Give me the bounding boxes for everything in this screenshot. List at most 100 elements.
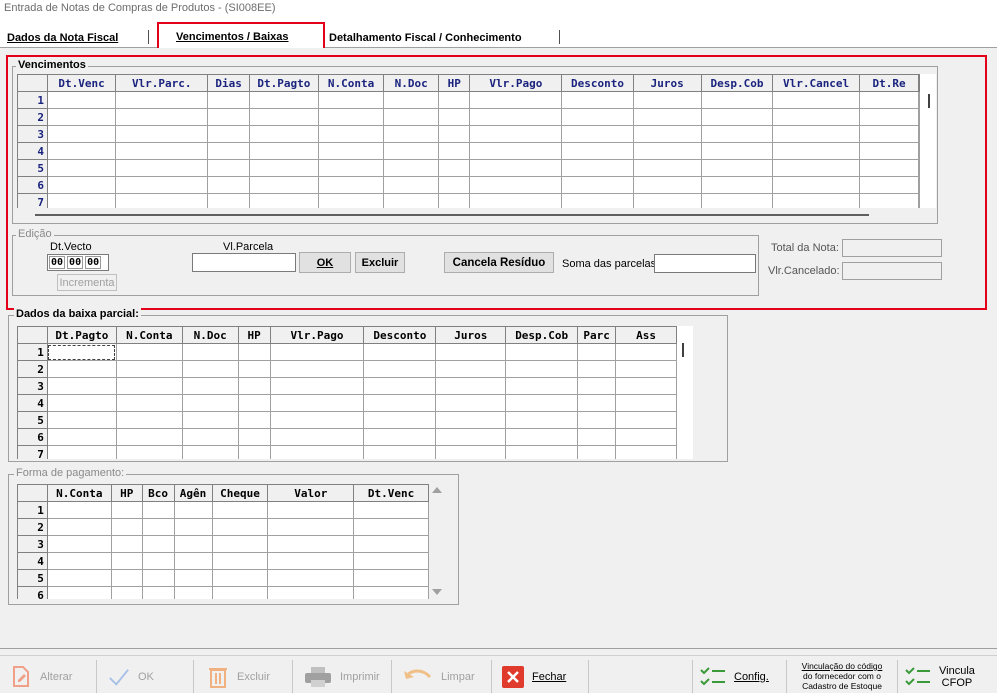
grid-cell[interactable] bbox=[383, 142, 440, 160]
grid-cell[interactable] bbox=[318, 125, 385, 143]
grid-cell[interactable] bbox=[435, 343, 507, 361]
grid-cell[interactable] bbox=[318, 108, 385, 126]
grid-cell[interactable] bbox=[469, 159, 563, 177]
column-header[interactable]: Juros bbox=[632, 74, 702, 92]
grid-cell[interactable] bbox=[383, 108, 440, 126]
grid-cell[interactable] bbox=[859, 193, 919, 208]
grid-cell[interactable] bbox=[577, 343, 617, 361]
grid-cell[interactable] bbox=[700, 91, 774, 109]
grid-cell[interactable] bbox=[141, 501, 175, 519]
grid-cell[interactable] bbox=[772, 159, 861, 177]
grid-cell[interactable] bbox=[46, 552, 112, 570]
grid-cell[interactable] bbox=[115, 377, 183, 395]
grid-cell[interactable] bbox=[353, 552, 429, 570]
grid-cell[interactable] bbox=[632, 176, 702, 194]
grid-cell[interactable] bbox=[353, 518, 429, 536]
grid-cell[interactable] bbox=[269, 360, 365, 378]
grid-cell[interactable] bbox=[561, 159, 634, 177]
grid-cell[interactable] bbox=[181, 428, 239, 446]
grid-cell[interactable] bbox=[615, 428, 677, 446]
grid-cell[interactable] bbox=[577, 377, 617, 395]
grid-cell[interactable] bbox=[577, 428, 617, 446]
column-header[interactable]: Ass bbox=[615, 326, 677, 344]
grid-cell[interactable] bbox=[772, 193, 861, 208]
column-header[interactable]: Dias bbox=[207, 74, 250, 92]
column-header[interactable]: Desconto bbox=[363, 326, 437, 344]
grid-cell[interactable] bbox=[577, 411, 617, 429]
grid-cell[interactable] bbox=[469, 108, 563, 126]
grid-cell[interactable] bbox=[181, 394, 239, 412]
grid-cell[interactable] bbox=[363, 428, 437, 446]
grid-cell[interactable] bbox=[363, 445, 437, 459]
tab-detalhamento-fiscal[interactable]: Detalhamento Fiscal / Conhecimento bbox=[329, 28, 522, 48]
grid-cell[interactable] bbox=[46, 586, 112, 599]
vincula-cfop-button[interactable]: Vincula CFOP bbox=[905, 660, 975, 693]
grid-cell[interactable] bbox=[561, 108, 634, 126]
grid-cell[interactable] bbox=[110, 518, 143, 536]
grid-cell[interactable] bbox=[181, 411, 239, 429]
grid-cell[interactable] bbox=[318, 193, 385, 208]
grid-cell[interactable] bbox=[237, 428, 271, 446]
ok-button[interactable]: OK bbox=[299, 252, 351, 273]
grid-cell[interactable] bbox=[248, 142, 320, 160]
grid-cell[interactable] bbox=[269, 428, 365, 446]
dt-year[interactable]: 00 bbox=[85, 256, 102, 269]
grid-cell[interactable] bbox=[505, 360, 579, 378]
table-row[interactable]: 4 bbox=[17, 552, 429, 570]
grid-cell[interactable] bbox=[383, 193, 440, 208]
grid-cell[interactable] bbox=[318, 176, 385, 194]
grid-cell[interactable] bbox=[211, 535, 269, 553]
grid-cell[interactable] bbox=[248, 91, 320, 109]
grid-cell[interactable] bbox=[435, 360, 507, 378]
grid-cell[interactable] bbox=[173, 586, 213, 599]
grid-cell[interactable] bbox=[505, 343, 579, 361]
column-header[interactable]: Dt.Re bbox=[859, 74, 919, 92]
grid-cell[interactable] bbox=[859, 176, 919, 194]
grid-cell[interactable] bbox=[207, 176, 250, 194]
grid-cell[interactable] bbox=[237, 377, 271, 395]
grid-cell[interactable] bbox=[47, 125, 117, 143]
grid-cell[interactable] bbox=[110, 586, 143, 599]
grid-cell[interactable] bbox=[115, 91, 209, 109]
grid-cell[interactable] bbox=[267, 501, 355, 519]
grid-cell[interactable] bbox=[115, 142, 209, 160]
grid-cell[interactable] bbox=[115, 394, 183, 412]
column-header[interactable]: Dt.Pagto bbox=[46, 326, 117, 344]
grid-cell[interactable] bbox=[267, 518, 355, 536]
grid-cell[interactable] bbox=[435, 428, 507, 446]
excluir-toolbar-button[interactable]: Excluir bbox=[207, 660, 270, 693]
column-header[interactable]: HP bbox=[438, 74, 471, 92]
grid-cell[interactable] bbox=[632, 142, 702, 160]
column-header[interactable]: Dt.Venc bbox=[353, 484, 429, 502]
grid-cell[interactable] bbox=[435, 445, 507, 459]
grid-cell[interactable] bbox=[269, 394, 365, 412]
grid-cell[interactable] bbox=[115, 411, 183, 429]
grid-cell[interactable] bbox=[141, 535, 175, 553]
table-row[interactable]: 7 bbox=[17, 445, 677, 459]
scroll-up-icon[interactable] bbox=[432, 487, 442, 493]
table-row[interactable]: 7 bbox=[17, 193, 920, 208]
grid-cell[interactable] bbox=[47, 193, 117, 208]
table-row[interactable]: 6 bbox=[17, 176, 920, 194]
grid-cell[interactable] bbox=[363, 377, 437, 395]
dt-day[interactable]: 00 bbox=[49, 256, 66, 269]
table-row[interactable]: 6 bbox=[17, 586, 429, 599]
column-header[interactable]: Valor bbox=[267, 484, 355, 502]
grid-cell[interactable] bbox=[438, 108, 471, 126]
grid-cell[interactable] bbox=[353, 569, 429, 587]
grid-cell[interactable] bbox=[435, 394, 507, 412]
grid-cell[interactable] bbox=[435, 411, 507, 429]
grid-cell[interactable] bbox=[267, 535, 355, 553]
grid-cell[interactable] bbox=[267, 569, 355, 587]
grid-cell[interactable] bbox=[469, 193, 563, 208]
column-header[interactable]: N.Doc bbox=[181, 326, 239, 344]
grid-cell[interactable] bbox=[318, 159, 385, 177]
grid-cell[interactable] bbox=[181, 343, 239, 361]
grid-cell[interactable] bbox=[363, 394, 437, 412]
column-header[interactable]: N.Conta bbox=[46, 484, 112, 502]
column-header[interactable]: Vlr.Pago bbox=[269, 326, 365, 344]
grid-cell[interactable] bbox=[561, 91, 634, 109]
grid-cell[interactable] bbox=[859, 125, 919, 143]
grid-cell[interactable] bbox=[141, 586, 175, 599]
baixa-vscroll[interactable] bbox=[677, 326, 693, 459]
